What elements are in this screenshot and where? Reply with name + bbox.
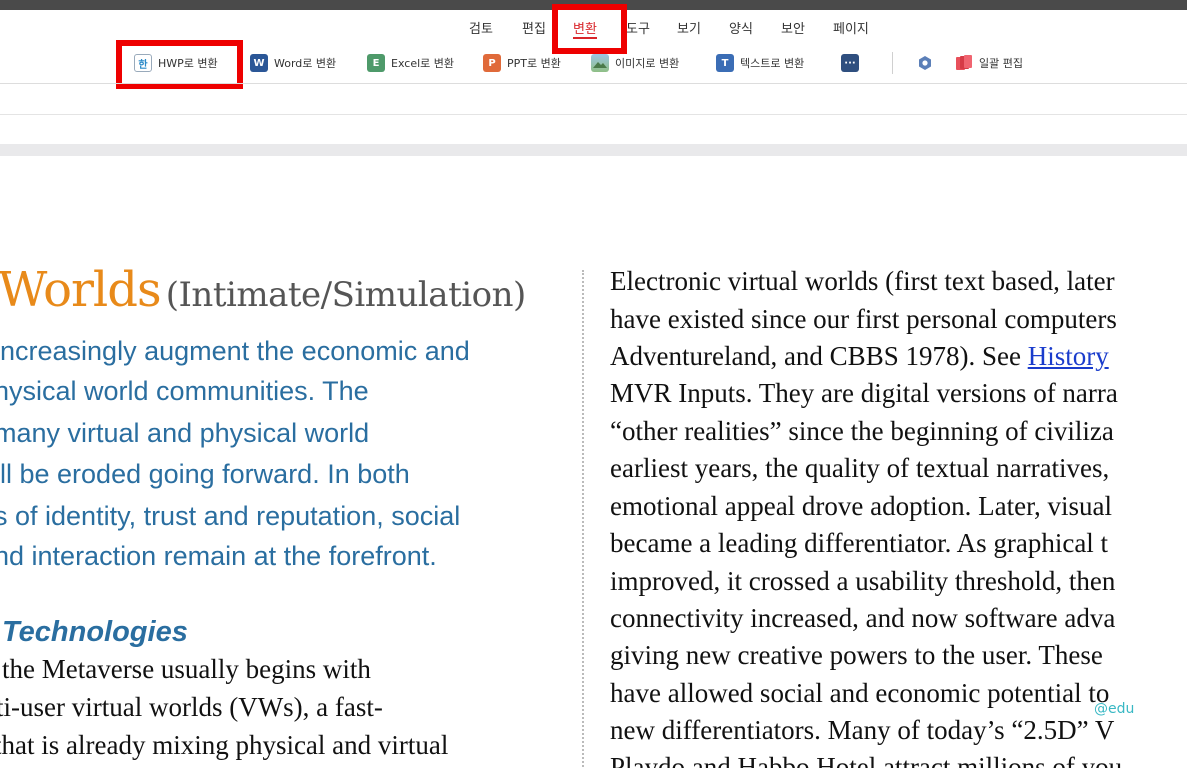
intro-line-4: ill be eroded going forward. In both [0,459,410,489]
settings-button[interactable] [916,52,934,74]
title-main: Worlds [0,262,162,318]
word-icon: W [250,54,268,72]
page-gap [0,144,1187,156]
text-icon: T [716,54,734,72]
menu-tools[interactable]: 도구 [626,18,650,37]
more-convert-button[interactable]: ··· [841,52,859,74]
highlight-hwp-button [116,40,243,89]
right-line-3-text: Adventureland, and CBBS 1978). See [610,341,1028,371]
left-body-line-3: that is already mixing physical and virt… [0,730,449,760]
document-page: Worlds (Intimate/Simulation) increasingl… [0,156,1187,768]
hexagon-settings-icon [916,54,934,72]
history-link[interactable]: History [1028,341,1109,371]
batch-edit-icon [955,54,973,72]
menu-security[interactable]: 보안 [781,18,805,37]
intro-line-2: hysical world communities. The [0,376,369,406]
text-convert-button[interactable]: T 텍스트로 변환 [716,52,804,74]
right-line-3: Adventureland, and CBBS 1978). See Histo… [610,341,1109,372]
right-line-11: giving new creative powers to the user. … [610,640,1103,670]
intro-line-1: increasingly augment the economic and [0,336,470,366]
excel-convert-button[interactable]: E Excel로 변환 [367,52,454,74]
right-line-6: earliest years, the quality of textual n… [610,453,1110,483]
more-icon: ··· [841,54,859,72]
right-line-9: improved, it crossed a usability thresho… [610,566,1116,596]
ppt-convert-button[interactable]: P PPT로 변환 [483,52,561,74]
menu-review[interactable]: 검토 [469,18,493,37]
left-body-line-2: ti-user virtual worlds (VWs), a fast- [0,692,383,722]
right-line-12: have allowed social and economic potenti… [610,678,1110,708]
right-line-10: connectivity increased, and now software… [610,603,1116,633]
excel-convert-label: Excel로 변환 [391,57,454,70]
menu-form[interactable]: 양식 [729,18,753,37]
right-line-5: “other realities” since the beginning of… [610,416,1114,446]
menu-view[interactable]: 보기 [677,18,701,37]
column-divider [582,270,584,768]
menu-edit[interactable]: 편집 [522,18,546,37]
ppt-convert-label: PPT로 변환 [507,57,561,70]
image-icon [591,54,609,72]
right-line-4: MVR Inputs. They are digital versions of… [610,378,1118,408]
intro-line-6: nd interaction remain at the forefront. [0,541,437,571]
menu-page[interactable]: 페이지 [833,18,869,37]
batch-edit-button[interactable]: 일괄 편집 [955,52,1023,74]
word-convert-label: Word로 변환 [274,57,337,70]
right-line-8: became a leading differentiator. As grap… [610,528,1109,558]
word-convert-button[interactable]: W Word로 변환 [250,52,336,74]
image-convert-label: 이미지로 변환 [615,57,680,70]
right-line-13: new differentiators. Many of today’s “2.… [610,715,1115,745]
watermark: @edu [1094,701,1135,717]
toolbar-bottom-border [0,83,1187,84]
highlight-convert-tab [552,4,627,54]
ruler-line [0,114,1187,115]
text-convert-label: 텍스트로 변환 [740,57,805,70]
left-body-line-1: the Metaverse usually begins with [2,654,371,684]
right-line-14: Playdo and Habbo Hotel attract millions … [610,752,1123,768]
title-subtitle: (Intimate/Simulation) [165,275,527,315]
right-line-2: have existed since our first personal co… [610,304,1117,334]
intro-line-5: s of identity, trust and reputation, soc… [0,501,461,531]
section-title: Worlds (Intimate/Simulation) [0,262,526,318]
batch-edit-label: 일괄 편집 [979,57,1023,70]
image-convert-button[interactable]: 이미지로 변환 [591,52,679,74]
excel-icon: E [367,54,385,72]
powerpoint-icon: P [483,54,501,72]
right-line-7: emotional appeal drove adoption. Later, … [610,491,1113,521]
toolbar-separator [892,52,893,74]
intro-line-3: many virtual and physical world [0,418,370,448]
section-heading: Technologies [2,616,188,648]
right-line-1: Electronic virtual worlds (first text ba… [610,266,1115,296]
